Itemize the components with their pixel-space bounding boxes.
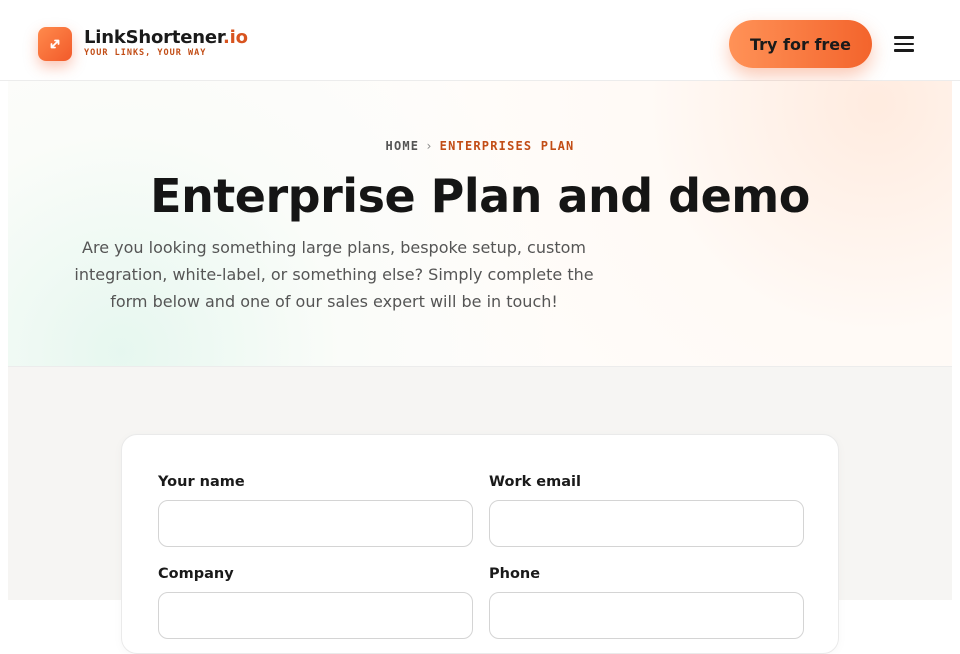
link-logo-icon[interactable]	[38, 27, 72, 61]
company-label: Company	[158, 566, 234, 582]
link-arrow-icon	[50, 39, 60, 49]
phone-input[interactable]	[489, 592, 804, 639]
hero-section: HOME › ENTERPRISES PLAN Enterprise Plan an…	[8, 81, 952, 367]
site-header: LinkShortener.io YOUR LINKS, YOUR WAY Tr…	[0, 0, 960, 81]
your-name-input[interactable]	[158, 500, 473, 547]
company-input[interactable]	[158, 592, 473, 639]
enterprise-form-card: Your name Work email Company Phone	[121, 434, 839, 654]
breadcrumb-separator: ›	[425, 139, 434, 153]
brand-tld: .io	[223, 27, 248, 48]
your-name-label: Your name	[158, 474, 245, 490]
phone-label: Phone	[489, 566, 541, 582]
breadcrumb-home-link[interactable]: HOME	[386, 139, 420, 153]
brand-name-text: LinkShortener	[84, 27, 223, 48]
hero-description: Are you looking something large plans, b…	[74, 238, 594, 311]
breadcrumb-current: ENTERPRISES PLAN	[439, 139, 575, 153]
form-section: Your name Work email Company Phone	[8, 367, 952, 654]
work-email-label: Work email	[489, 474, 581, 490]
try-for-free-button[interactable]: Try for free	[729, 20, 872, 68]
breadcrumb: HOME › ENTERPRISES PLAN	[8, 139, 952, 153]
work-email-input[interactable]	[489, 500, 804, 547]
page-title: Enterprise Plan and demo	[150, 169, 810, 223]
hamburger-menu-icon[interactable]	[890, 30, 918, 58]
brand-tagline: YOUR LINKS, YOUR WAY	[84, 48, 207, 58]
brand-name[interactable]: LinkShortener.io	[84, 27, 248, 48]
